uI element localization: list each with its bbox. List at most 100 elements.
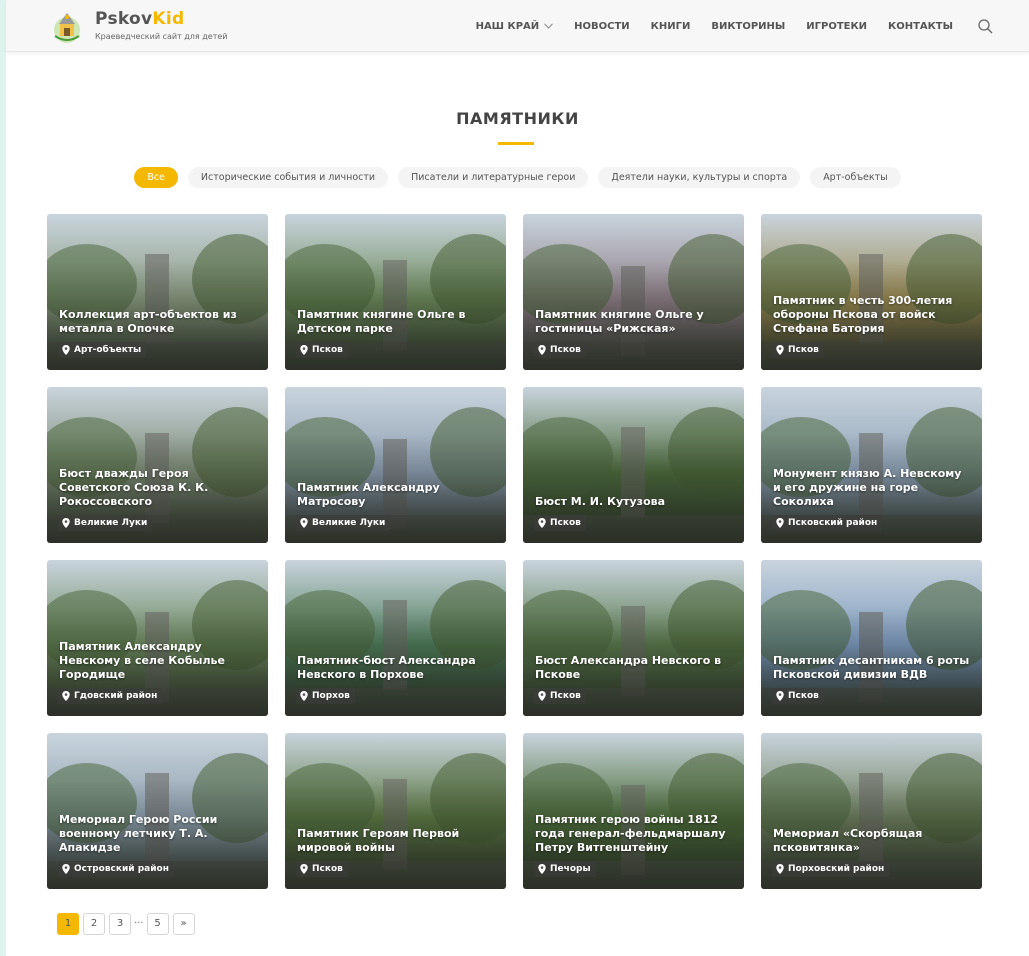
monument-card[interactable]: Памятник Александру Матросову Великие Лук… [285,387,506,543]
location-label: Псков [550,691,581,701]
map-pin-icon [300,518,308,528]
location-label: Псков [788,345,819,355]
card-title[interactable]: Бюст дважды Героя Советского Союза К. К.… [59,467,258,509]
location-badge[interactable]: Псков [772,342,824,358]
location-badge[interactable]: Псков [296,342,348,358]
card-title[interactable]: Памятник Александру Невскому в селе Кобы… [59,640,258,682]
location-badge[interactable]: Псков [296,861,348,877]
monument-card[interactable]: Монумент князю А. Невскому и его дружине… [761,387,982,543]
card-title[interactable]: Памятник Александру Матросову [297,481,496,509]
location-label: Псков [550,518,581,528]
site-header: PskovKid Краеведческий сайт для детей НА… [6,0,1029,52]
filter-art-objects[interactable]: Арт-объекты [810,167,901,188]
logo-tagline: Краеведческий сайт для детей [95,32,228,41]
map-pin-icon [62,518,70,528]
search-icon[interactable] [978,18,993,34]
location-label: Псков [312,864,343,874]
card-title[interactable]: Бюст Александра Невского в Пскове [535,654,734,682]
logo-wordmark[interactable]: PskovKid [95,9,184,29]
location-badge[interactable]: Псков [534,342,586,358]
map-pin-icon [776,518,784,528]
card-title[interactable]: Памятник-бюст Александра Невского в Порх… [297,654,496,682]
chevron-down-icon [544,23,554,29]
filter-science-culture[interactable]: Деятели науки, культуры и спорта [598,167,801,188]
map-pin-icon [776,691,784,701]
page-button-1[interactable]: 1 [57,913,79,935]
map-pin-icon [62,691,70,701]
location-badge[interactable]: Псков [772,688,824,704]
map-pin-icon [538,691,546,701]
page-button-5[interactable]: 5 [146,913,169,935]
nav-item-our-region[interactable]: НАШ КРАЙ [476,21,554,32]
nav-item-games[interactable]: ИГРОТЕКИ [806,21,867,32]
nav-item-news[interactable]: НОВОСТИ [574,21,630,32]
monuments-grid: Коллекция арт-объектов из металла в Опоч… [47,214,982,889]
monument-card[interactable]: Коллекция арт-объектов из металла в Опоч… [47,214,268,370]
nav-item-quizzes[interactable]: ВИКТОРИНЫ [711,21,785,32]
location-badge[interactable]: Печоры [534,861,596,877]
nav-item-label: НАШ КРАЙ [475,20,540,32]
monument-card[interactable]: Памятник Александру Невскому в селе Кобы… [47,560,268,716]
location-label: Псков [788,691,819,701]
location-label: Порховский район [788,864,885,874]
location-label: Печоры [550,864,591,874]
card-title[interactable]: Мемориал «Скорбящая псковитянка» [773,827,972,855]
card-title[interactable]: Бюст М. И. Кутузова [535,495,734,509]
card-title[interactable]: Коллекция арт-объектов из металла в Опоч… [59,308,258,336]
monument-card[interactable]: Мемориал «Скорбящая псковитянка» Порховск… [761,733,982,889]
card-title[interactable]: Памятник герою войны 1812 года генерал-ф… [535,813,734,855]
location-badge[interactable]: Порхов [296,688,355,704]
monument-card[interactable]: Памятник в честь 300-летия обороны Псков… [761,214,982,370]
location-badge[interactable]: Псков [534,515,586,531]
filter-all[interactable]: Все [134,167,178,188]
nav-item-contacts[interactable]: КОНТАКТЫ [888,21,953,32]
card-title[interactable]: Монумент князю А. Невскому и его дружине… [773,467,972,509]
monument-card[interactable]: Памятник-бюст Александра Невского в Порх… [285,560,506,716]
filter-writers[interactable]: Писатели и литературные герои [398,167,589,188]
monument-card[interactable]: Памятник княгине Ольге в Детском парке Пс… [285,214,506,370]
monument-card[interactable]: Мемориал Герою России военному летчику Т… [47,733,268,889]
page-button-3[interactable]: 3 [109,913,131,935]
map-pin-icon [776,864,784,874]
location-badge[interactable]: Гдовский район [58,688,163,704]
next-page-button[interactable]: » [172,913,195,935]
monument-card[interactable]: Памятник княгине Ольге у гостиницы «Рижс… [523,214,744,370]
monument-card[interactable]: Памятник десантникам 6 роты Псковской ди… [761,560,982,716]
card-title[interactable]: Памятник княгине Ольге у гостиницы «Рижс… [535,308,734,336]
page-frame: PskovKid Краеведческий сайт для детей НА… [6,0,1029,956]
page-button-2[interactable]: 2 [83,913,105,935]
main-nav: НАШ КРАЙ НОВОСТИ КНИГИ ВИКТОРИНЫ ИГРОТЕК… [455,0,993,52]
card-title[interactable]: Памятник десантникам 6 роты Псковской ди… [773,654,972,682]
pagination: 1 2 3 ... 5 » [57,913,199,935]
card-title[interactable]: Мемориал Герою России военному летчику Т… [59,813,258,855]
map-pin-icon [538,864,546,874]
map-pin-icon [300,691,308,701]
map-pin-icon [62,345,70,355]
location-label: Псков [312,345,343,355]
filter-history[interactable]: Исторические события и личности [187,167,389,188]
logo-icon[interactable] [52,10,82,44]
monument-card[interactable]: Бюст дважды Героя Советского Союза К. К.… [47,387,268,543]
monument-card[interactable]: Памятник Героям Первой мировой войны Пско… [285,733,506,889]
card-title[interactable]: Памятник в честь 300-летия обороны Псков… [773,294,972,336]
monument-card[interactable]: Бюст Александра Невского в Пскове Псков [523,560,744,716]
location-label: Псков [550,345,581,355]
card-title[interactable]: Памятник Героям Первой мировой войны [297,827,496,855]
location-label: Островский район [74,864,169,874]
location-label: Гдовский район [74,691,158,701]
monument-card[interactable]: Памятник герою войны 1812 года генерал-ф… [523,733,744,889]
card-title[interactable]: Памятник княгине Ольге в Детском парке [297,308,496,336]
monument-card[interactable]: Бюст М. И. Кутузова Псков [523,387,744,543]
location-badge[interactable]: Великие Луки [296,515,391,531]
location-badge[interactable]: Псков [534,688,586,704]
location-badge[interactable]: Арт-объекты [58,342,147,358]
location-badge[interactable]: Островский район [58,861,174,877]
location-badge[interactable]: Псковский район [772,515,883,531]
map-pin-icon [538,345,546,355]
location-badge[interactable]: Великие Луки [58,515,153,531]
location-badge[interactable]: Порховский район [772,861,890,877]
nav-item-books[interactable]: КНИГИ [651,21,691,32]
logo-name-part-a: Pskov [95,9,153,29]
logo-name-part-b: Kid [152,9,185,29]
location-label: Порхов [312,691,350,701]
